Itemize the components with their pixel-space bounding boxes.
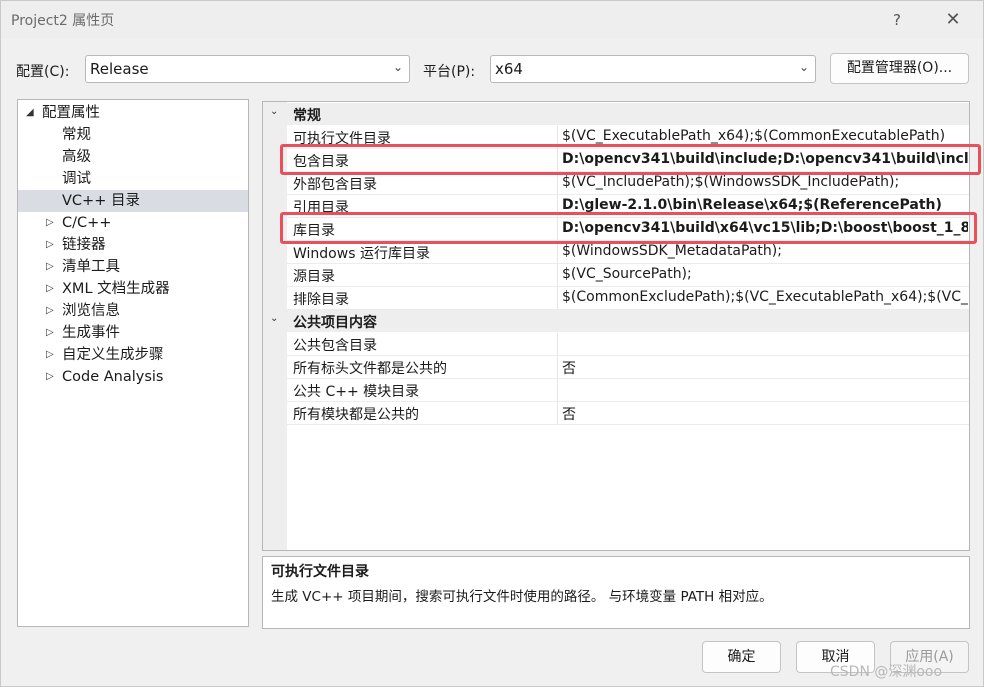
config-dropdown[interactable]: Release ⌄ — [85, 55, 410, 83]
prop-row-public-include-dirs[interactable]: 公共包含目录 — [287, 333, 969, 356]
category-general[interactable]: ⌄ 常规 — [263, 103, 969, 125]
prop-name: 公共包含目录 — [293, 338, 377, 354]
config-label: 配置(C): — [16, 64, 70, 80]
collapse-arrow-icon: ⌄ — [270, 313, 279, 324]
prop-name: 公共 C++ 模块目录 — [293, 384, 420, 400]
chevron-down-icon: ⌄ — [798, 60, 809, 74]
title-bar: Project2 属性页 ? ✕ — [1, 1, 983, 39]
tree-item-label: 生成事件 — [62, 325, 120, 341]
expand-arrow-icon: ▷ — [46, 239, 54, 250]
platform-value: x64 — [495, 60, 523, 78]
tree-item-label: 高级 — [62, 149, 91, 165]
column-divider — [557, 172, 558, 195]
collapse-arrow-icon: ◢ — [26, 107, 34, 118]
tree-item-linker[interactable]: ▷ 链接器 — [18, 234, 248, 256]
tree-item-label: 链接器 — [62, 237, 106, 253]
category-label: 公共项目内容 — [293, 315, 377, 331]
prop-name: 源目录 — [293, 269, 335, 285]
description-text: 生成 VC++ 项目期间，搜索可执行文件时使用的路径。 与环境变量 PATH 相… — [271, 589, 773, 605]
column-divider — [557, 356, 558, 379]
tree-item-label: 清单工具 — [62, 259, 120, 275]
prop-row-public-cpp-module-dirs[interactable]: 公共 C++ 模块目录 — [287, 379, 969, 402]
tree-item-advanced[interactable]: 高级 — [18, 146, 248, 168]
tree-item-debugging[interactable]: 调试 — [18, 168, 248, 190]
watermark: CSDN @深渊ooo — [830, 664, 943, 680]
prop-row-all-modules-public[interactable]: 所有模块都是公共的 否 — [287, 402, 969, 425]
prop-row-all-headers-public[interactable]: 所有标头文件都是公共的 否 — [287, 356, 969, 379]
column-divider — [557, 264, 558, 287]
prop-value: $(VC_ExecutablePath_x64);$(CommonExecuta… — [562, 128, 946, 144]
platform-label: 平台(P): — [423, 64, 476, 80]
platform-dropdown[interactable]: x64 ⌄ — [490, 55, 816, 83]
tree-item-c-cpp[interactable]: ▷ C/C++ — [18, 212, 248, 234]
prop-name: 所有模块都是公共的 — [293, 407, 419, 423]
expand-arrow-icon: ▷ — [46, 261, 54, 272]
prop-name: 排除目录 — [293, 292, 349, 308]
property-tree: ◢ 配置属性 常规 高级 调试 VC++ 目录 ▷ C/C++ ▷ 链接器 ▷ … — [17, 99, 249, 627]
config-manager-button[interactable]: 配置管理器(O)... — [830, 53, 969, 84]
expand-arrow-icon: ▷ — [46, 217, 54, 228]
prop-value: $(CommonExcludePath);$(VC_ExecutablePath… — [562, 289, 968, 305]
ok-button[interactable]: 确定 — [702, 641, 781, 673]
config-value: Release — [90, 60, 149, 78]
property-pages-dialog: Project2 属性页 ? ✕ 配置(C): Release ⌄ 平台(P):… — [0, 0, 984, 687]
column-divider — [557, 379, 558, 402]
prop-value: $(VC_IncludePath);$(WindowsSDK_IncludePa… — [562, 174, 900, 190]
category-label: 常规 — [293, 108, 321, 124]
prop-value: 否 — [562, 407, 576, 423]
column-divider — [557, 241, 558, 264]
tree-item-xml-doc[interactable]: ▷ XML 文档生成器 — [18, 278, 248, 300]
prop-value: D:\glew-2.1.0\bin\Release\x64;$(Referenc… — [562, 197, 942, 213]
prop-row-source-dirs[interactable]: 源目录 $(VC_SourcePath); — [287, 264, 969, 287]
tree-item-label: 自定义生成步骤 — [62, 347, 164, 363]
prop-row-external-include-dirs[interactable]: 外部包含目录 $(VC_IncludePath);$(WindowsSDK_In… — [287, 172, 969, 195]
prop-name: 外部包含目录 — [293, 177, 377, 193]
tree-item-label: 常规 — [62, 127, 91, 143]
tree-item-general[interactable]: 常规 — [18, 124, 248, 146]
tree-item-vc-directories[interactable]: VC++ 目录 — [18, 190, 248, 212]
tree-item-build-events[interactable]: ▷ 生成事件 — [18, 322, 248, 344]
tree-item-label: Code Analysis — [62, 369, 164, 385]
expand-arrow-icon: ▷ — [46, 327, 54, 338]
description-pane: 可执行文件目录 生成 VC++ 项目期间，搜索可执行文件时使用的路径。 与环境变… — [262, 556, 970, 629]
highlight-include-dirs — [280, 144, 981, 175]
collapse-arrow-icon: ⌄ — [270, 106, 279, 117]
tree-item-config-properties[interactable]: ◢ 配置属性 — [18, 102, 248, 124]
tree-item-label: VC++ 目录 — [62, 193, 140, 209]
prop-value: $(VC_SourcePath); — [562, 266, 692, 282]
tree-item-manifest-tool[interactable]: ▷ 清单工具 — [18, 256, 248, 278]
tree-item-label: C/C++ — [62, 215, 112, 231]
tree-item-label: XML 文档生成器 — [62, 281, 170, 297]
prop-name: Windows 运行库目录 — [293, 246, 430, 262]
expand-arrow-icon: ▷ — [46, 371, 54, 382]
column-divider — [557, 333, 558, 356]
tree-item-label: 浏览信息 — [62, 303, 120, 319]
close-icon[interactable]: ✕ — [933, 5, 973, 35]
tree-item-custom-build[interactable]: ▷ 自定义生成步骤 — [18, 344, 248, 366]
window-title: Project2 属性页 — [11, 13, 115, 29]
tree-item-label: 配置属性 — [42, 105, 100, 121]
chevron-down-icon: ⌄ — [392, 60, 403, 74]
prop-value: 否 — [562, 361, 576, 377]
tree-item-browse-info[interactable]: ▷ 浏览信息 — [18, 300, 248, 322]
expand-arrow-icon: ▷ — [46, 305, 54, 316]
column-divider — [557, 287, 558, 310]
highlight-library-dirs — [280, 212, 977, 244]
expand-arrow-icon: ▷ — [46, 283, 54, 294]
prop-value: $(WindowsSDK_MetadataPath); — [562, 243, 782, 259]
category-public-project-content[interactable]: ⌄ 公共项目内容 — [263, 310, 969, 332]
help-button[interactable]: ? — [877, 5, 917, 35]
tree-item-label: 调试 — [62, 171, 91, 187]
prop-name: 所有标头文件都是公共的 — [293, 361, 447, 377]
prop-row-winrt-dirs[interactable]: Windows 运行库目录 $(WindowsSDK_MetadataPath)… — [287, 241, 969, 264]
expand-arrow-icon: ▷ — [46, 349, 54, 360]
prop-row-exclude-dirs[interactable]: 排除目录 $(CommonExcludePath);$(VC_Executabl… — [287, 287, 969, 310]
description-title: 可执行文件目录 — [271, 564, 369, 580]
column-divider — [557, 402, 558, 425]
tree-item-code-analysis[interactable]: ▷ Code Analysis — [18, 366, 248, 388]
